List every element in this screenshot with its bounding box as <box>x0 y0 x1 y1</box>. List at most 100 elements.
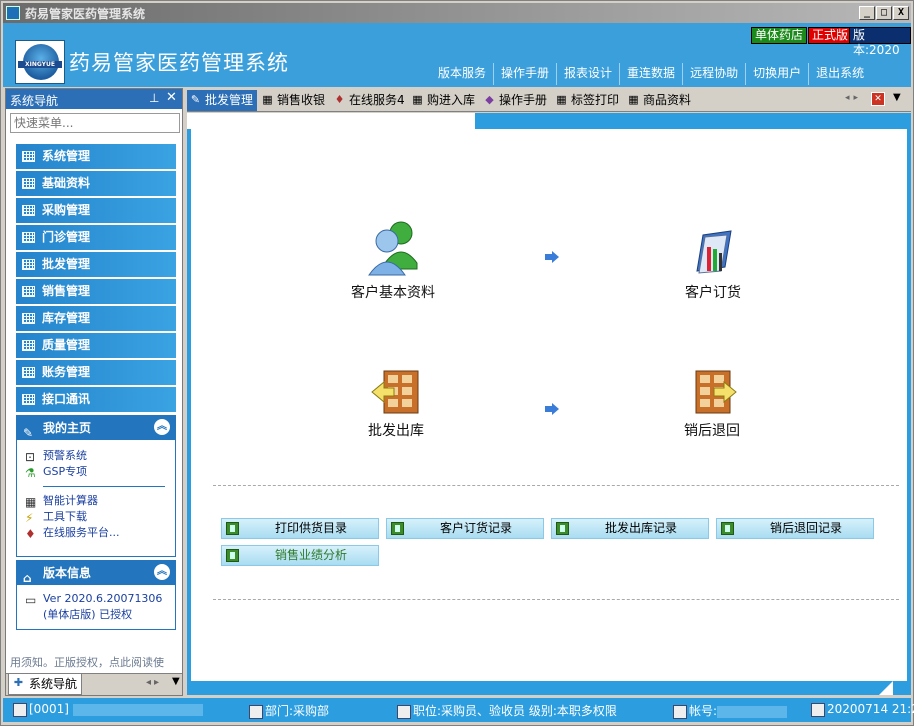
grid-icon <box>22 367 35 378</box>
flow-label: 销后退回 <box>684 423 740 439</box>
version-license: (单体店版) 已授权 <box>17 607 175 623</box>
status-position-text: 职位:采购员、验收员 级别:本职多权限 <box>413 704 617 718</box>
system-nav-panel: 系统导航 ⊥ ✕ 系统管理 基础资料 采购管理 门诊管理 批发管理 销售管理 库… <box>5 88 183 696</box>
pin-icon[interactable]: ⊥ <box>149 91 159 105</box>
nav-item-wholesale[interactable]: 批发管理 <box>16 252 176 277</box>
status-code: [0001] <box>13 702 203 717</box>
menu-manual[interactable]: 操作手册 <box>493 63 556 85</box>
report-icon <box>391 522 404 535</box>
link-label: 在线服务平台... <box>43 526 120 539</box>
grid-icon: ▦ <box>262 93 273 106</box>
calculator-icon: ▦ <box>25 495 37 509</box>
grid-icon <box>22 340 35 351</box>
report-customer-order-records[interactable]: 客户订货记录 <box>386 518 544 539</box>
chevron-down-icon[interactable]: ▼ <box>172 676 180 687</box>
version-section-header[interactable]: ⌂ 版本信息 ︽ <box>17 561 175 585</box>
nav-panel-header: 系统导航 ⊥ ✕ <box>6 89 182 109</box>
tab-sales-cashier[interactable]: ▦ 销售收银 <box>259 90 325 111</box>
report-sales-return-records[interactable]: 销后退回记录 <box>716 518 874 539</box>
nav-item-accounts[interactable]: 账务管理 <box>16 360 176 385</box>
close-icon[interactable]: ✕ <box>166 90 177 105</box>
report-label: 销售业绩分析 <box>274 548 347 562</box>
grid-icon: ▦ <box>556 93 567 106</box>
chevron-down-icon[interactable]: ▼ <box>893 92 901 103</box>
tab-online-service[interactable]: ♦ 在线服务4 <box>331 90 405 111</box>
redacted-field <box>72 703 203 716</box>
link-tool-download[interactable]: ⚡ 工具下载 <box>17 509 175 525</box>
report-label: 批发出库记录 <box>604 521 677 535</box>
menu-exit[interactable]: 退出系统 <box>808 63 871 85</box>
grid-icon <box>22 394 35 405</box>
license-notice[interactable]: 用须知。正版授权，点此阅读使 <box>10 654 182 670</box>
close-button[interactable]: X <box>893 6 909 20</box>
logo-text: XINGYUE <box>18 61 62 68</box>
nav-item-purchase[interactable]: 采购管理 <box>16 198 176 223</box>
header-banner: XINGYUE 药易管家医药管理系统 单体药店 正式版 版本:2020 版本服务… <box>3 23 911 87</box>
flow-label: 客户订货 <box>685 285 741 301</box>
nav-item-quality[interactable]: 质量管理 <box>16 333 176 358</box>
tab-label-print[interactable]: ▦ 标签打印 <box>553 90 619 111</box>
flow-wholesale-out[interactable]: 批发出库 <box>351 367 441 440</box>
grid-icon <box>22 205 35 216</box>
menu-switch-user[interactable]: 切换用户 <box>745 63 808 85</box>
link-warning-system[interactable]: ⊡ 预警系统 <box>17 448 175 464</box>
report-wholesale-out-records[interactable]: 批发出库记录 <box>551 518 709 539</box>
nav-item-interface[interactable]: 接口通讯 <box>16 387 176 412</box>
menu-remote-assist[interactable]: 远程协助 <box>682 63 745 85</box>
tab-purchase-in[interactable]: ▦ 购进入库 <box>409 90 475 111</box>
flow-customer-order[interactable]: 客户订货 <box>665 227 761 302</box>
tab-label: 标签打印 <box>571 93 620 107</box>
report-icon <box>226 522 239 535</box>
nav-item-label: 采购管理 <box>42 203 91 217</box>
maximize-button[interactable]: □ <box>876 6 892 20</box>
store-icon <box>13 702 27 717</box>
tab-manual[interactable]: ◆ 操作手册 <box>481 90 547 111</box>
scroll-arrows[interactable]: ◂▸ <box>146 677 162 688</box>
nav-item-label: 质量管理 <box>42 338 91 352</box>
nav-item-system[interactable]: 系统管理 <box>16 144 176 169</box>
tab-label: 商品资料 <box>643 93 692 107</box>
link-calculator[interactable]: ▦ 智能计算器 <box>17 493 175 509</box>
report-icon <box>721 522 734 535</box>
collapse-icon[interactable]: ︽ <box>154 564 170 580</box>
flow-sales-return[interactable]: 销后退回 <box>667 367 757 440</box>
home-section-title: 我的主页 <box>43 421 92 435</box>
redacted-field <box>717 705 788 718</box>
report-label: 销后退回记录 <box>769 521 842 535</box>
link-label: 智能计算器 <box>43 494 98 507</box>
minimize-button[interactable]: _ <box>859 6 875 20</box>
tab-label: 批发管理 <box>205 93 254 107</box>
nav-item-sales[interactable]: 销售管理 <box>16 279 176 304</box>
app-title: 药易管家医药管理系统 <box>69 51 289 75</box>
menu-report-design[interactable]: 报表设计 <box>556 63 619 85</box>
report-sales-performance[interactable]: 销售业绩分析 <box>221 545 379 566</box>
arrow-right-icon <box>545 251 559 263</box>
status-position: 职位:采购员、验收员 级别:本职多权限 <box>397 702 617 719</box>
panel-notch <box>459 113 475 129</box>
tab-wholesale[interactable]: ✎ 批发管理 <box>187 90 258 111</box>
nav-item-clinic[interactable]: 门诊管理 <box>16 225 176 250</box>
tab-scroll-arrows[interactable]: ◂▸ <box>845 93 862 103</box>
link-online-service[interactable]: ♦ 在线服务平台... <box>17 525 175 541</box>
close-tab-icon[interactable]: ✕ <box>871 92 885 106</box>
system-nav-tab[interactable]: ✚ 系统导航 <box>8 674 82 695</box>
house-icon: ⌂ <box>23 571 32 585</box>
menu-reconnect[interactable]: 重连数据 <box>619 63 682 85</box>
nav-item-label: 系统管理 <box>42 149 91 163</box>
version-number: ▭ Ver 2020.6.20071306 <box>17 591 175 607</box>
clock-icon <box>811 702 825 717</box>
nav-item-basic-data[interactable]: 基础资料 <box>16 171 176 196</box>
collapse-icon[interactable]: ︽ <box>154 419 170 435</box>
report-print-supply-catalog[interactable]: 打印供货目录 <box>221 518 379 539</box>
nav-item-inventory[interactable]: 库存管理 <box>16 306 176 331</box>
license-badge: 正式版 <box>808 27 853 44</box>
tab-product-data[interactable]: ▦ 商品资料 <box>625 90 691 111</box>
grid-icon <box>22 232 35 243</box>
tab-label: 在线服务4 <box>349 93 405 107</box>
menu-version-service[interactable]: 版本服务 <box>431 63 493 85</box>
flow-customer-info[interactable]: 客户基本资料 <box>337 219 449 302</box>
nav-tree-icon: ✚ <box>13 676 24 689</box>
quick-menu-search[interactable] <box>10 113 180 133</box>
home-section-header[interactable]: ✎ 我的主页 ︽ <box>17 416 175 440</box>
link-gsp[interactable]: ⚗ GSP专项 <box>17 464 175 480</box>
